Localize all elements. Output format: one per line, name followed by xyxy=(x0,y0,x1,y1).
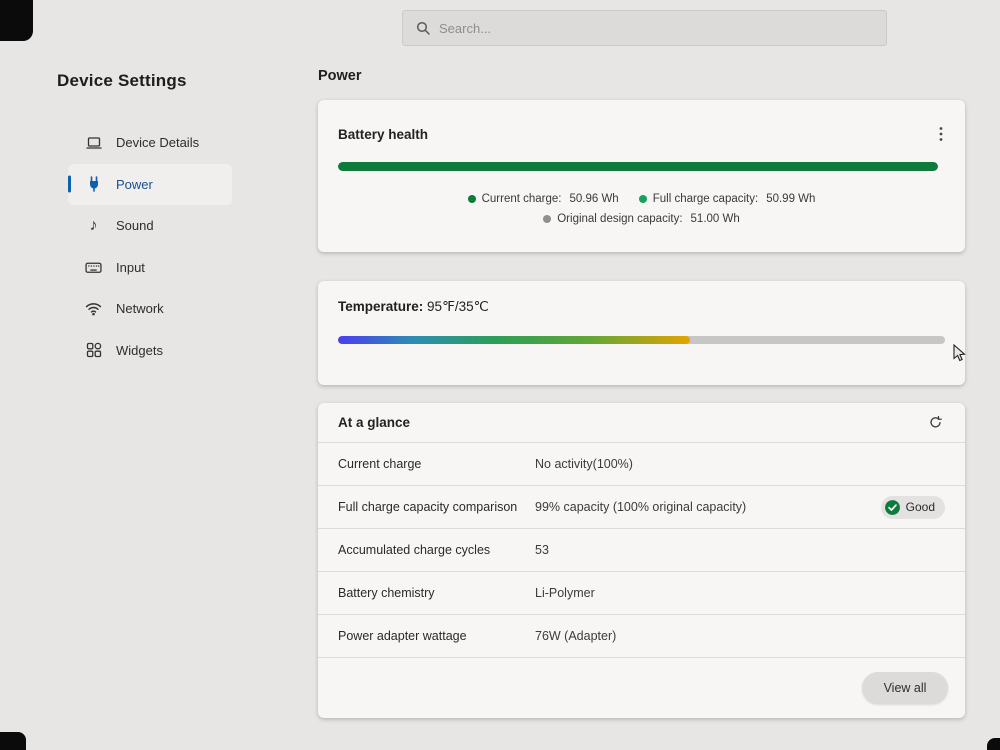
temperature-label: Temperature: xyxy=(338,299,423,314)
sidebar-item-sound[interactable]: ♪ Sound xyxy=(68,205,232,247)
sidebar-nav: Device Details Power ♪ Sound Input Netwo… xyxy=(68,122,232,371)
battery-legend-row: Original design capacity: 51.00 Wh xyxy=(338,211,945,227)
refresh-icon xyxy=(928,415,943,430)
current-charge-dot-icon xyxy=(468,195,476,203)
music-note-icon: ♪ xyxy=(85,217,102,234)
row-value: No activity(100%) xyxy=(535,457,633,471)
table-row: Current charge No activity(100%) xyxy=(318,443,965,486)
widgets-icon xyxy=(85,342,102,359)
laptop-icon xyxy=(85,134,102,151)
legend-current-charge: Current charge: 50.96 Wh xyxy=(468,193,619,205)
search-input[interactable] xyxy=(439,21,874,36)
sidebar-item-label: Widgets xyxy=(116,343,163,358)
sidebar-item-label: Network xyxy=(116,301,164,316)
selection-accent-bar xyxy=(68,176,71,193)
row-label: Battery chemistry xyxy=(338,586,535,600)
page-title: Power xyxy=(318,68,362,84)
table-row: Accumulated charge cycles 53 xyxy=(318,529,965,572)
row-value: Li-Polymer xyxy=(535,586,595,600)
sidebar-item-network[interactable]: Network xyxy=(68,288,232,330)
row-value: 53 xyxy=(535,543,549,557)
sidebar-item-label: Device Details xyxy=(116,135,199,150)
temperature-value: 95℉/35℃ xyxy=(427,299,489,314)
legend-original-design-capacity: Original design capacity: 51.00 Wh xyxy=(543,213,740,225)
kebab-menu-icon xyxy=(939,126,943,142)
battery-health-card: Battery health Current charge: 50.96 Wh … xyxy=(318,100,965,252)
row-value: 76W (Adapter) xyxy=(535,629,616,643)
keyboard-icon xyxy=(85,259,102,276)
check-circle-icon xyxy=(884,499,901,516)
sidebar-item-label: Input xyxy=(116,260,145,275)
sidebar-item-label: Power xyxy=(116,177,153,192)
at-a-glance-title: At a glance xyxy=(338,415,410,430)
search-icon xyxy=(415,20,431,36)
temperature-gauge xyxy=(338,336,945,344)
table-row: Full charge capacity comparison 99% capa… xyxy=(318,486,965,529)
table-row: Power adapter wattage 76W (Adapter) xyxy=(318,615,965,658)
wifi-icon xyxy=(85,300,102,317)
power-plug-icon xyxy=(85,176,102,193)
legend-full-charge-capacity: Full charge capacity: 50.99 Wh xyxy=(639,193,816,205)
row-label: Accumulated charge cycles xyxy=(338,543,535,557)
at-a-glance-card: At a glance Current charge No activity(1… xyxy=(318,403,965,718)
battery-health-title: Battery health xyxy=(338,127,428,142)
full-charge-capacity-dot-icon xyxy=(639,195,647,203)
row-label: Power adapter wattage xyxy=(338,629,535,643)
search-bar[interactable] xyxy=(402,10,887,46)
row-value: 99% capacity (100% original capacity) xyxy=(535,500,746,514)
original-design-capacity-dot-icon xyxy=(543,215,551,223)
status-badge-label: Good xyxy=(906,500,935,514)
sidebar-item-widgets[interactable]: Widgets xyxy=(68,330,232,372)
battery-legend-row: Current charge: 50.96 Wh Full charge cap… xyxy=(338,191,945,207)
refresh-button[interactable] xyxy=(926,415,945,430)
sidebar-item-label: Sound xyxy=(116,218,154,233)
row-label: Current charge xyxy=(338,457,535,471)
row-label: Full charge capacity comparison xyxy=(338,500,535,514)
card-menu-button[interactable] xyxy=(937,126,945,142)
temperature-gauge-fill xyxy=(338,336,690,344)
temperature-card: Temperature: 95℉/35℃ xyxy=(318,281,965,385)
view-all-button[interactable]: View all xyxy=(862,672,948,704)
sidebar-item-power[interactable]: Power xyxy=(68,164,232,206)
sidebar-item-device-details[interactable]: Device Details xyxy=(68,122,232,164)
battery-charge-bar xyxy=(338,162,938,171)
battery-charge-bar-fill xyxy=(338,162,938,171)
status-badge: Good xyxy=(881,496,945,519)
screen-corner-artifact xyxy=(987,738,1000,750)
sidebar-title: Device Settings xyxy=(57,71,187,91)
table-row: Battery chemistry Li-Polymer xyxy=(318,572,965,615)
screen-corner-artifact xyxy=(0,0,33,41)
screen-corner-artifact xyxy=(0,732,26,750)
sidebar-item-input[interactable]: Input xyxy=(68,247,232,289)
